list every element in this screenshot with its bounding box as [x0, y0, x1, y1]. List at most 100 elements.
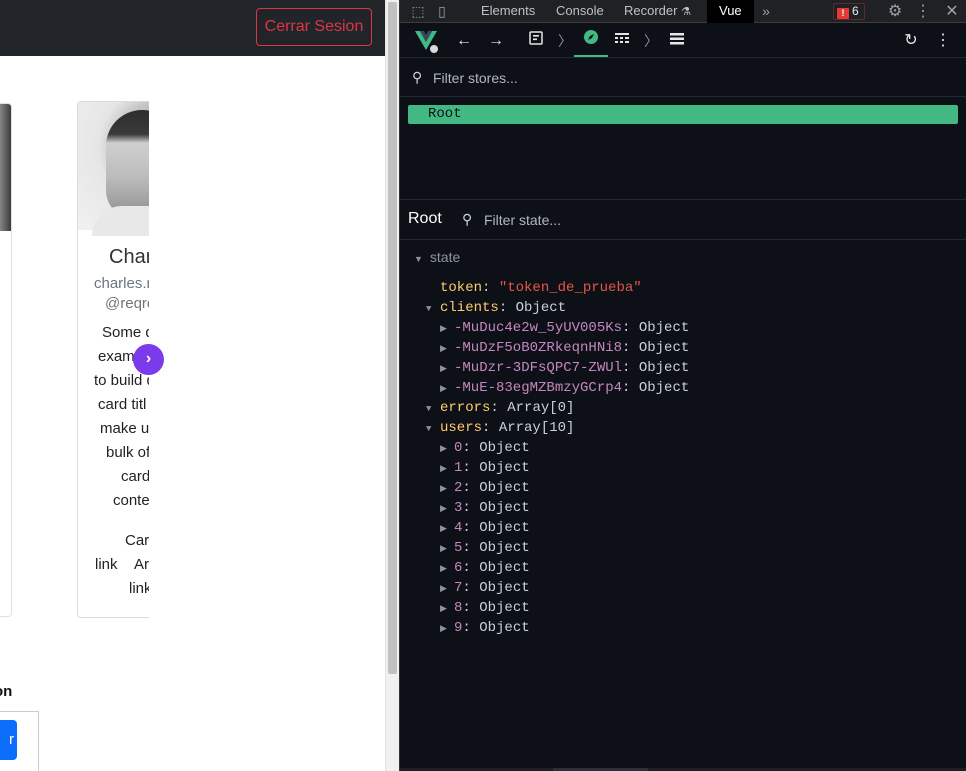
state-row-user[interactable]: ▶ 9: Object	[440, 618, 530, 638]
primary-button[interactable]: r	[0, 720, 17, 760]
card-text-line: card	[121, 468, 149, 485]
state-row-client[interactable]: ▶ -MuE-83egMZBmzyGCrp4: Object	[440, 378, 689, 398]
state-row-clients[interactable]: ▼ clients: Object	[426, 298, 566, 318]
caret-right-icon: ▶	[440, 584, 447, 594]
logout-button[interactable]: Cerrar Sesion	[256, 8, 372, 46]
close-devtools-icon[interactable]: ✕	[942, 0, 962, 23]
state-value: Array[0]	[507, 400, 575, 416]
settings-gear-icon[interactable]: ⚙	[885, 0, 905, 23]
card-text-line: bulk of	[106, 444, 149, 461]
state-row-users[interactable]: ▼ users: Array[10]	[426, 418, 574, 438]
state-inspector-title: Root	[408, 210, 442, 227]
caret-right-icon: ▶	[440, 484, 447, 494]
card-text-line: make u	[100, 420, 149, 437]
chevron-right-icon: ›	[145, 350, 152, 367]
card-link[interactable]: link	[95, 556, 118, 573]
caret-right-icon: ▶	[440, 364, 447, 374]
state-value: Object	[638, 340, 690, 356]
timeline-icon[interactable]	[609, 28, 635, 54]
tab-recorder[interactable]: Recorder ⚗	[624, 0, 691, 23]
refresh-icon[interactable]: ↻	[898, 28, 924, 54]
search-icon: ⚲	[412, 69, 423, 85]
state-value: Array[10]	[498, 420, 575, 436]
device-toolbar-icon[interactable]: ▯	[432, 0, 452, 23]
filter-state-input[interactable]	[484, 210, 784, 230]
devtools-tabbar: ⬚ ▯ Elements Console Recorder ⚗ Vue » ! 6…	[400, 0, 966, 23]
state-row-errors[interactable]: ▼ errors: Array[0]	[426, 398, 574, 418]
toolbar-separator: 〉	[558, 33, 572, 49]
caret-down-icon: ▼	[414, 254, 423, 264]
user-photo-shirt	[92, 206, 149, 236]
filter-stores-input[interactable]	[433, 68, 733, 88]
caret-right-icon: ▶	[440, 624, 447, 634]
state-key: -MuDzF5oB0ZRkeqnHNi8	[454, 340, 623, 356]
store-item-root[interactable]: Root	[408, 105, 958, 124]
state-row-user[interactable]: ▶ 1: Object	[440, 458, 530, 478]
card-link[interactable]: link	[129, 580, 149, 597]
tab-elements[interactable]: Elements	[481, 0, 535, 23]
forward-arrow-icon[interactable]: →	[483, 28, 509, 54]
components-icon[interactable]	[523, 28, 549, 54]
caret-down-icon: ▼	[426, 404, 432, 414]
state-key: users	[440, 420, 483, 436]
state-key: -MuE-83egMZBmzyGCrp4	[454, 380, 623, 396]
settings-list-icon[interactable]	[664, 28, 690, 54]
carousel-viewport: Char charles.r @reqre Some q exam to bui…	[0, 0, 149, 771]
back-arrow-icon[interactable]: ←	[451, 28, 477, 54]
pinia-compass-icon[interactable]	[578, 28, 604, 54]
state-value: Object	[479, 560, 530, 576]
state-value: "token_de_prueba"	[498, 280, 642, 296]
state-row-user[interactable]: ▶ 6: Object	[440, 558, 530, 578]
error-flag-icon: !	[837, 8, 849, 19]
state-key: -MuDuc4e2w_5yUV005Ks	[454, 320, 623, 336]
vue-logo-icon[interactable]	[414, 29, 440, 53]
search-icon: ⚲	[462, 211, 473, 227]
store-list: Root	[400, 97, 966, 200]
state-row-user[interactable]: ▶ 0: Object	[440, 438, 530, 458]
state-value: Object	[638, 320, 690, 336]
card-handle: @reqre	[105, 295, 149, 312]
state-row-user[interactable]: ▶ 4: Object	[440, 518, 530, 538]
state-row-user[interactable]: ▶ 3: Object	[440, 498, 530, 518]
state-row-client[interactable]: ▶ -MuDzF5oB0ZRkeqnHNi8: Object	[440, 338, 689, 358]
state-row-user[interactable]: ▶ 7: Object	[440, 578, 530, 598]
state-row-user[interactable]: ▶ 2: Object	[440, 478, 530, 498]
caret-right-icon: ▶	[440, 464, 447, 474]
card-link[interactable]: Ar	[134, 556, 149, 573]
more-tabs-icon[interactable]: »	[758, 0, 774, 23]
toolbar-separator: 〉	[644, 33, 658, 49]
carousel-next-button[interactable]: ›	[133, 344, 164, 375]
tab-vue[interactable]: Vue	[707, 0, 754, 23]
state-row-token[interactable]: token: "token_de_prueba"	[440, 278, 642, 298]
card-text-line: conte	[113, 492, 149, 509]
error-count: 6	[852, 4, 859, 18]
state-row-user[interactable]: ▶ 5: Object	[440, 538, 530, 558]
state-inspector-header: Root ⚲	[400, 200, 966, 240]
caret-right-icon: ▶	[440, 564, 447, 574]
state-key: -MuDzr-3DFsQPC7-ZWUl	[454, 360, 623, 376]
card-email: charles.r	[94, 275, 149, 292]
card-title: Char	[109, 246, 149, 268]
card-text-line: exam	[98, 348, 135, 365]
state-key: errors	[440, 400, 491, 416]
state-row-client[interactable]: ▶ -MuDzr-3DFsQPC7-ZWUl: Object	[440, 358, 689, 378]
card-link[interactable]: Car	[125, 532, 149, 549]
state-value: Object	[479, 580, 530, 596]
tab-console[interactable]: Console	[556, 0, 604, 23]
state-key: token	[440, 280, 483, 296]
state-row-user[interactable]: ▶ 8: Object	[440, 598, 530, 618]
devtools-menu-icon[interactable]: ⋮	[913, 0, 933, 23]
page-scrollbar-thumb[interactable]	[388, 2, 397, 674]
caret-down-icon: ▼	[426, 424, 432, 434]
caret-right-icon: ▶	[440, 324, 447, 334]
state-value: Object	[515, 300, 567, 316]
error-count-badge[interactable]: ! 6	[833, 3, 865, 20]
state-row-client[interactable]: ▶ -MuDuc4e2w_5yUV005Ks: Object	[440, 318, 689, 338]
devtools-panel: ⬚ ▯ Elements Console Recorder ⚗ Vue » ! 6…	[399, 0, 966, 771]
state-value: Object	[479, 600, 530, 616]
caret-right-icon: ▶	[440, 504, 447, 514]
caret-right-icon: ▶	[440, 444, 447, 454]
state-section-toggle[interactable]: ▼ state	[414, 249, 460, 265]
inspect-element-icon[interactable]: ⬚	[408, 0, 428, 23]
more-options-icon[interactable]: ⋮	[930, 28, 956, 54]
